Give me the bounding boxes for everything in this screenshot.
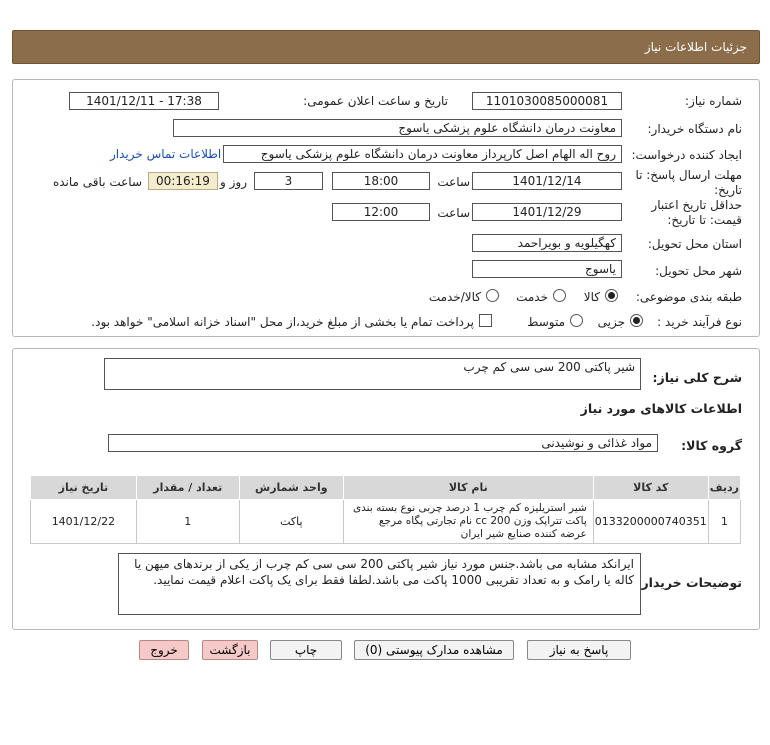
col-header-name: نام کالا bbox=[342, 475, 594, 500]
table-row[interactable]: 1 0133200000740351 شیر استریلیزه کم چرب … bbox=[30, 499, 742, 544]
category-goods-label: کالا bbox=[583, 290, 600, 304]
table-header-row: ردیف کد کالا نام کالا واحد شمارش تعداد /… bbox=[30, 475, 742, 500]
buyer-notes-field[interactable]: ایرانکد مشابه می باشد.جنس مورد نیاز شیر … bbox=[118, 553, 641, 615]
validity-date-field[interactable]: 1401/12/29 bbox=[472, 203, 622, 221]
goods-group-label: گروه کالا: bbox=[681, 438, 742, 453]
province-label: استان محل تحویل: bbox=[647, 237, 742, 251]
announce-field[interactable]: 1401/12/11 - 17:38 bbox=[69, 92, 219, 110]
days-label: روز و bbox=[220, 175, 247, 189]
cell-row: 1 bbox=[707, 499, 742, 544]
creator-field[interactable]: روح اله الهام اصل کارپرداز معاونت درمان … bbox=[223, 145, 622, 163]
remaining-label: ساعت باقی مانده bbox=[52, 175, 142, 189]
days-field[interactable]: 3 bbox=[254, 172, 323, 190]
col-header-date: تاریخ نیاز bbox=[30, 475, 137, 500]
creator-label: ایجاد کننده درخواست: bbox=[631, 148, 742, 162]
cell-date: 1401/12/22 bbox=[30, 499, 137, 544]
cell-name: شیر استریلیزه کم چرب 1 درصد چربی نوع بست… bbox=[342, 499, 594, 544]
category-radio-service[interactable] bbox=[553, 289, 566, 302]
announce-label: تاریخ و ساعت اعلان عمومی: bbox=[303, 94, 448, 108]
cell-code: 0133200000740351 bbox=[592, 499, 709, 544]
process-label: نوع فرآیند خرید : bbox=[657, 315, 742, 329]
goods-section-title: اطلاعات کالاهای مورد نیاز bbox=[580, 401, 742, 416]
need-number-field[interactable]: 1101030085000081 bbox=[472, 92, 622, 110]
buyer-notes-label: توضیحات خریدار: bbox=[636, 575, 742, 590]
deadline-label-line2: تاریخ: bbox=[714, 183, 742, 197]
validity-label-line2: قیمت: تا تاریخ: bbox=[667, 213, 742, 227]
validity-label-line1: حداقل تاریخ اعتبار bbox=[651, 198, 742, 212]
print-button[interactable]: چاپ bbox=[270, 640, 342, 660]
process-radio-minor[interactable] bbox=[630, 314, 643, 327]
col-header-qty: تعداد / مقدار bbox=[135, 475, 240, 500]
cell-qty: 1 bbox=[135, 499, 240, 544]
exit-button[interactable]: خروج bbox=[139, 640, 189, 660]
deadline-label-line1: مهلت ارسال پاسخ: تا bbox=[635, 168, 742, 182]
deadline-date-field[interactable]: 1401/12/14 bbox=[472, 172, 622, 190]
view-attachments-button[interactable]: مشاهده مدارک پیوستی (0) bbox=[354, 640, 514, 660]
cell-unit: پاکت bbox=[238, 499, 344, 544]
validity-time-label: ساعت bbox=[437, 206, 470, 220]
page-title: جزئیات اطلاعات نیاز bbox=[644, 40, 747, 54]
deadline-time-field[interactable]: 18:00 bbox=[332, 172, 430, 190]
process-radio-medium[interactable] bbox=[570, 314, 583, 327]
treasury-checkbox[interactable] bbox=[479, 314, 492, 327]
category-radio-goods[interactable] bbox=[605, 289, 618, 302]
summary-field[interactable]: شیر پاکتی 200 سی سی کم چرب bbox=[104, 358, 641, 390]
buyer-org-label: نام دستگاه خریدار: bbox=[647, 122, 743, 136]
validity-time-field[interactable]: 12:00 bbox=[332, 203, 430, 221]
process-medium-label: متوسط bbox=[527, 315, 565, 329]
buyer-org-field[interactable]: معاونت درمان دانشگاه علوم پزشکی یاسوج bbox=[173, 119, 622, 137]
page-header: جزئیات اطلاعات نیاز bbox=[12, 30, 760, 64]
col-header-row: ردیف bbox=[707, 475, 742, 500]
city-field[interactable]: یاسوج bbox=[472, 260, 622, 278]
remaining-timer: 00:16:19 bbox=[148, 172, 218, 190]
items-table: ردیف کد کالا نام کالا واحد شمارش تعداد /… bbox=[30, 475, 742, 544]
category-radio-goods-service[interactable] bbox=[486, 289, 499, 302]
col-header-unit: واحد شمارش bbox=[238, 475, 344, 500]
province-field[interactable]: کهگیلویه و بویراحمد bbox=[472, 234, 622, 252]
goods-group-field[interactable]: مواد غذائی و نوشیدنی bbox=[108, 434, 658, 452]
category-goods-service-label: کالا/خدمت bbox=[428, 290, 481, 304]
process-minor-label: جزیی bbox=[597, 315, 625, 329]
back-button[interactable]: بازگشت bbox=[202, 640, 258, 660]
treasury-note: پرداخت تمام یا بخشی از مبلغ خرید،از محل … bbox=[91, 315, 474, 329]
summary-label: شرح کلی نیاز: bbox=[652, 370, 742, 385]
buyer-contact-link[interactable]: اطلاعات تماس خریدار bbox=[110, 147, 221, 161]
deadline-time-label: ساعت bbox=[437, 175, 470, 189]
category-label: طبقه بندی موضوعی: bbox=[635, 290, 742, 304]
category-service-label: خدمت bbox=[516, 290, 548, 304]
reply-button[interactable]: پاسخ به نیاز bbox=[527, 640, 631, 660]
col-header-code: کد کالا bbox=[592, 475, 709, 500]
city-label: شهر محل تحویل: bbox=[655, 264, 742, 278]
need-number-label: شماره نیاز: bbox=[685, 94, 742, 108]
